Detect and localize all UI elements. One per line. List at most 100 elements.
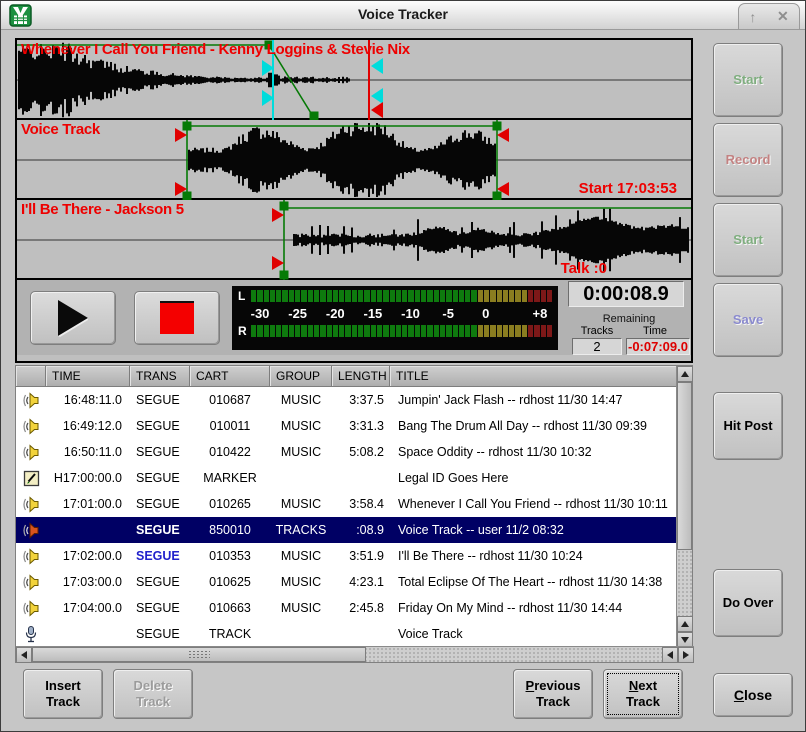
remaining-tracks-label: Tracks [568,325,626,337]
start-bottom-button[interactable]: Start [713,203,783,277]
down-arrow-icon [681,637,689,643]
log-cell-length: 3:51.9 [332,549,390,563]
log-cell-trans: SEGUE [130,575,190,589]
track-pane-1[interactable]: Whenever I Call You Friend - Kenny Loggi… [17,40,691,120]
close-hotkey: C [734,687,744,703]
log-cell-trans: SEGUE [130,471,190,485]
log-cell-cart: MARKER [190,471,270,485]
stop-button[interactable] [134,291,220,345]
log-row[interactable]: 16:50:11.0SEGUE010422MUSIC5:08.2Space Od… [16,439,678,465]
insert-line1: Insert [45,678,80,693]
log-cell-group: MUSIC [270,445,332,459]
shade-window-button[interactable]: ↑ [749,9,756,25]
scroll-up-button[interactable] [677,366,693,382]
log-cell-group: MUSIC [270,575,332,589]
track-pane-2[interactable]: Voice Track Start 17:03:53 [17,120,691,200]
log-cell-cart: 010687 [190,393,270,407]
close-button[interactable]: Close [713,673,793,717]
meter-scale-tick: +8 [533,306,548,321]
log-cell-title: I'll Be There -- rdhost 11/30 10:24 [390,549,678,563]
waveform-editor: Whenever I Call You Friend - Kenny Loggi… [15,38,693,363]
start-top-button[interactable]: Start [713,43,783,117]
log-cell-length: 4:23.1 [332,575,390,589]
insert-track-button[interactable]: InsertTrack [23,669,103,719]
log-row[interactable]: 17:04:00.0SEGUE010663MUSIC2:45.8Friday O… [16,595,678,621]
log-cell-title: Jumpin' Jack Flash -- rdhost 11/30 14:47 [390,393,678,407]
log-cell-trans: SEGUE [130,627,190,641]
speaker-icon [16,392,46,409]
left-arrow-icon [667,651,673,659]
delete-line1: Delete [133,678,172,693]
window-title: Voice Tracker [1,6,805,22]
scroll-right-button[interactable] [678,647,694,663]
log-cell-time: 17:02:00.0 [46,549,130,563]
delete-line2: Track [136,694,170,709]
log-cell-trans: SEGUE [130,523,190,537]
log-cell-time: H17:00:00.0 [46,471,130,485]
track-pane-3[interactable]: I'll Be There - Jackson 5 Talk :0 [17,200,691,280]
remaining-tracks-value: 2 [572,338,622,355]
meter-scale-tick: 0 [482,306,489,321]
log-column-header[interactable]: CART [190,366,270,387]
previous-line2: Track [536,694,570,709]
log-row[interactable]: 17:03:00.0SEGUE010625MUSIC4:23.1Total Ec… [16,569,678,595]
log-row[interactable]: 16:48:11.0SEGUE010687MUSIC3:37.5Jumpin' … [16,387,678,413]
speaker-icon [16,574,46,591]
hit-post-button[interactable]: Hit Post [713,392,783,460]
log-column-header[interactable]: TITLE [390,366,678,387]
log-cell-time: 17:04:00.0 [46,601,130,615]
log-cell-trans: SEGUE [130,393,190,407]
log-column-header[interactable] [16,366,46,387]
log-cell-time: 16:50:11.0 [46,445,130,459]
horizontal-scroll-thumb[interactable] [32,647,366,662]
log-cell-trans: SEGUE [130,445,190,459]
log-row[interactable]: 17:02:00.0SEGUE010353MUSIC3:51.9I'll Be … [16,543,678,569]
speaker-icon [16,418,46,435]
save-button[interactable]: Save [713,283,783,357]
vertical-scroll-thumb[interactable] [677,382,692,550]
remaining-label: Remaining [568,313,690,325]
meter-scale-tick: -25 [288,306,307,321]
log-column-header[interactable]: TIME [46,366,130,387]
horizontal-scroll-track[interactable] [366,647,662,662]
next-track-button[interactable]: NextTrack [603,669,683,719]
track-3-talk-time: Talk :0 [561,260,607,277]
speaker-red-icon [16,522,46,539]
log-cell-trans: SEGUE [130,497,190,511]
scroll-left-button-2[interactable] [662,647,678,663]
close-rest: lose [744,687,772,703]
log-row[interactable]: 16:49:12.0SEGUE010011MUSIC3:31.3Bang The… [16,413,678,439]
delete-track-button[interactable]: DeleteTrack [113,669,193,719]
log-cell-cart: 010422 [190,445,270,459]
titlebar-controls: ↑ ✕ [738,3,800,29]
log-column-header[interactable]: LENGTH [332,366,390,387]
previous-track-button[interactable]: PreviousTrack [513,669,593,719]
up-arrow-icon [681,371,689,377]
log-column-header[interactable]: GROUP [270,366,332,387]
log-row[interactable]: SEGUE850010TRACKS:08.9Voice Track -- use… [16,517,678,543]
titlebar[interactable]: Voice Tracker ↑ ✕ [1,1,805,30]
log-cell-cart: 850010 [190,523,270,537]
record-button[interactable]: Record [713,123,783,197]
do-over-button[interactable]: Do Over [713,569,783,637]
log-cell-group: TRACKS [270,523,332,537]
scroll-left-button[interactable] [16,647,32,663]
log-cell-group: MUSIC [270,601,332,615]
voice-tracker-window: { "window": { "title": "Voice Tracker", … [0,0,806,732]
log-cell-title: Legal ID Goes Here [390,471,678,485]
left-arrow-icon [21,651,27,659]
log-cell-length: 5:08.2 [332,445,390,459]
log-row[interactable]: 17:01:00.0SEGUE010265MUSIC3:58.4Whenever… [16,491,678,517]
close-window-button[interactable]: ✕ [777,8,789,25]
play-button[interactable] [30,291,116,345]
speaker-icon [16,496,46,513]
scroll-up-button-2[interactable] [677,616,693,632]
log-cell-group: MUSIC [270,549,332,563]
horizontal-scrollbar[interactable] [16,646,694,662]
log-column-header[interactable]: TRANS [130,366,190,387]
log-cell-title: Total Eclipse Of The Heart -- rdhost 11/… [390,575,678,589]
log-row[interactable]: SEGUETRACKVoice Track [16,621,678,647]
log-cell-trans: SEGUE [130,601,190,615]
vertical-scrollbar[interactable] [676,366,692,648]
log-row[interactable]: H17:00:00.0SEGUEMARKER Legal ID Goes Here [16,465,678,491]
